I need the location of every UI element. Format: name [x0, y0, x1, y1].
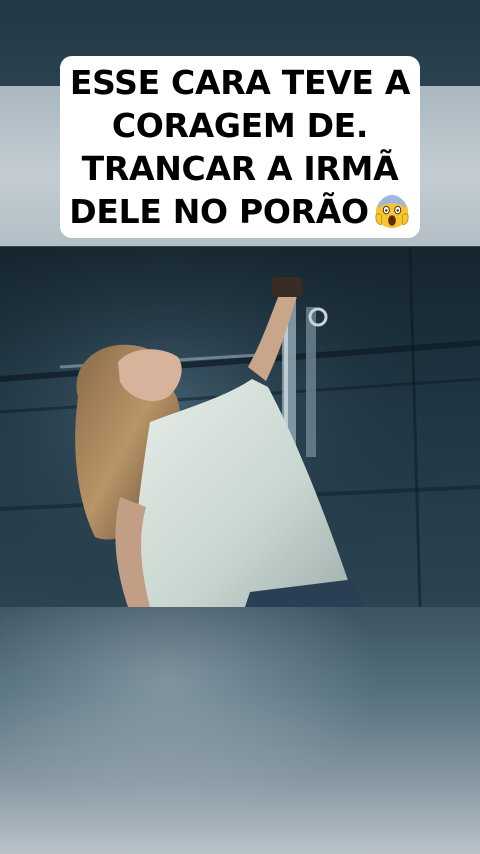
caption-line-1: ESSE CARA TEVE A	[69, 63, 411, 102]
caption-line-4: DELE NO PORÃO	[69, 190, 411, 233]
caption-box: ESSE CARA TEVE A CORAGEM DE. TRANCAR A I…	[60, 56, 420, 238]
video-screen[interactable]: ESSE CARA TEVE A CORAGEM DE. TRANCAR A I…	[0, 0, 480, 854]
blurred-background-bottom	[0, 606, 480, 854]
caption-line-2: CORAGEM DE.	[111, 106, 369, 145]
woman-in-basement-image	[0, 247, 480, 607]
video-frame[interactable]	[0, 247, 480, 607]
caption-line-4-text: DELE NO PORÃO	[69, 192, 369, 231]
screaming-face-emoji-icon	[375, 194, 409, 229]
caption-line-3: TRANCAR A IRMÃ	[81, 149, 399, 188]
